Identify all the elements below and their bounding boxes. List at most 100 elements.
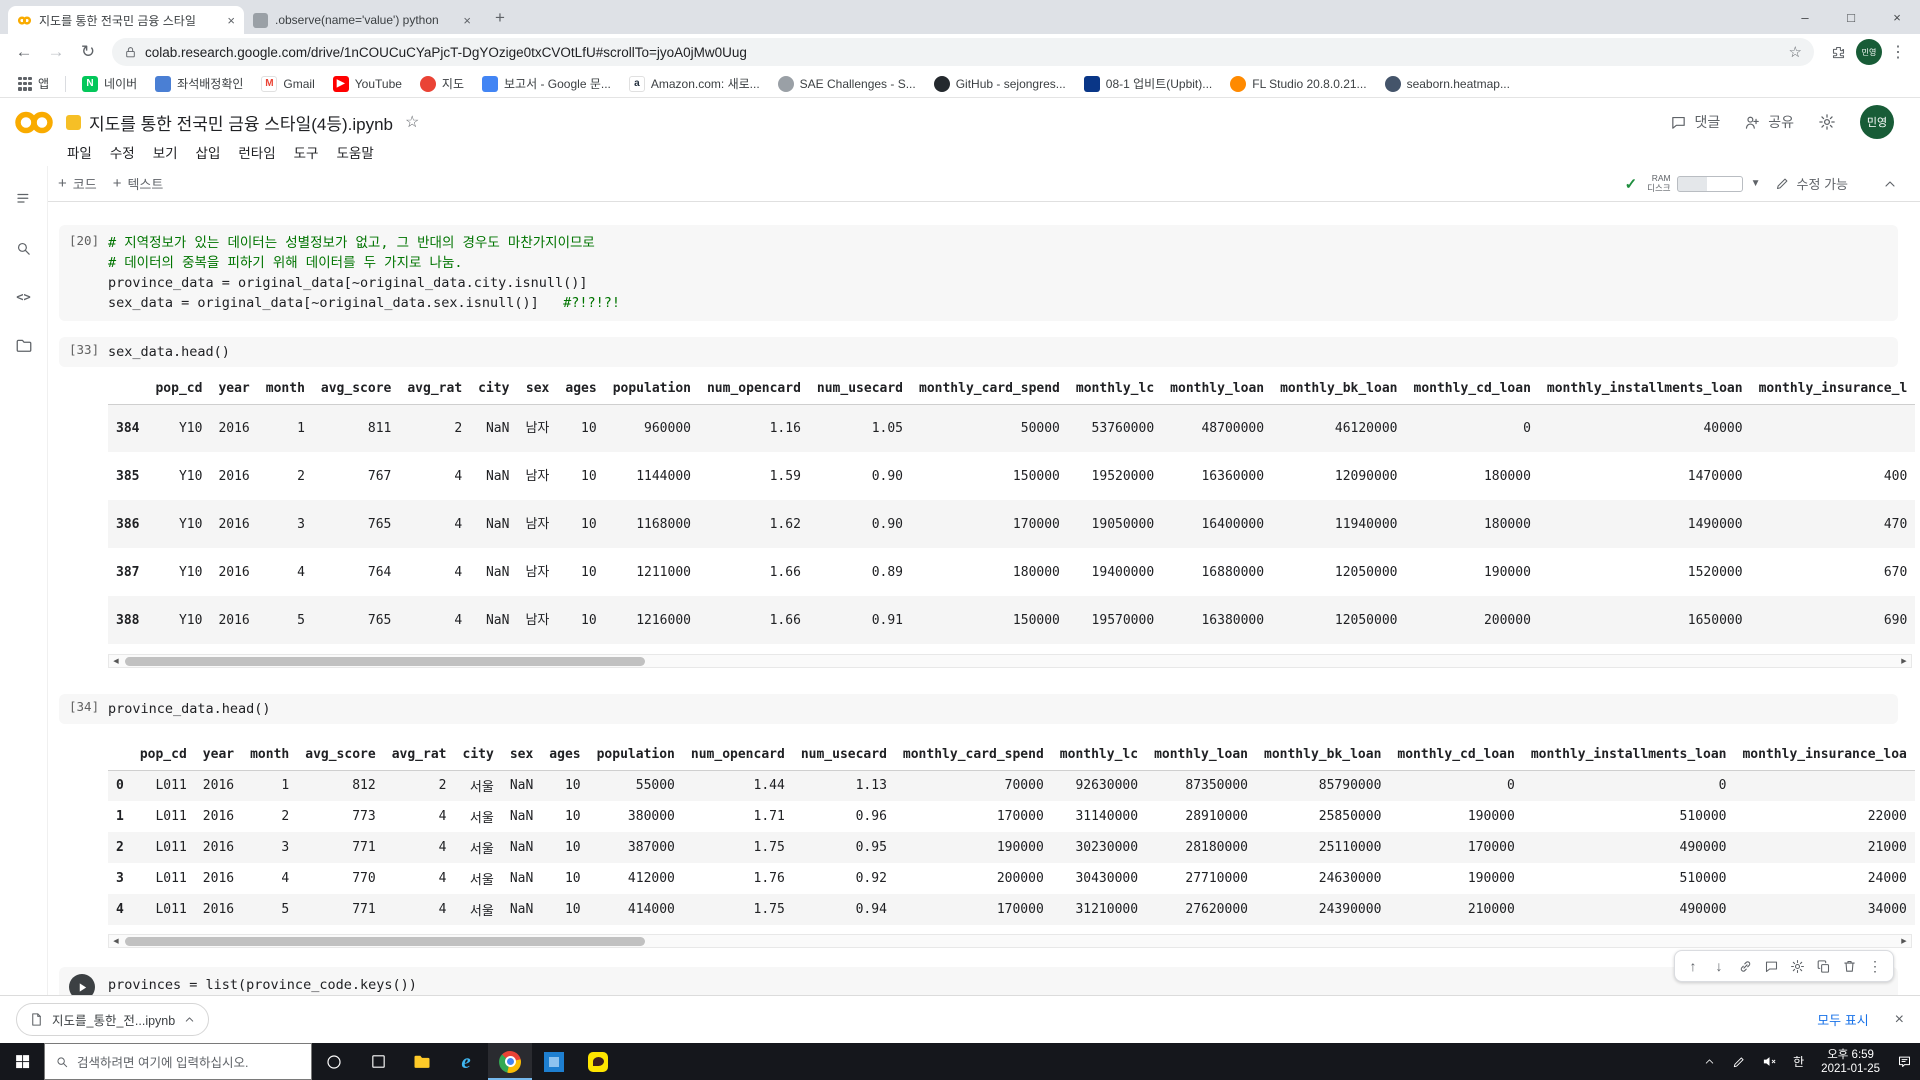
scroll-left-icon[interactable]: ◀: [109, 935, 123, 947]
browser-profile-avatar[interactable]: 민영: [1856, 39, 1882, 65]
bookmark-item[interactable]: 지도: [412, 72, 472, 95]
code-cell-33[interactable]: [33] sex_data.head(): [59, 337, 1898, 367]
menu-item-4[interactable]: 삽입: [187, 138, 230, 166]
scrollbar-thumb[interactable]: [125, 937, 645, 946]
bookmark-item[interactable]: seaborn.heatmap...: [1377, 73, 1518, 95]
bookmark-item[interactable]: a Amazon.com: 새로...: [621, 72, 768, 95]
extensions-icon[interactable]: [1824, 38, 1852, 66]
code-cell-partial[interactable]: provinces = list(province_code.keys()): [59, 967, 1898, 995]
code-cell-20[interactable]: [20] # 지역정보가 있는 데이터는 성별정보가 없고, 그 반대의 경우도 …: [59, 225, 1898, 321]
reload-icon[interactable]: ↻: [74, 38, 102, 66]
bookmark-item[interactable]: 좌석배정확인: [147, 72, 251, 95]
resource-gauge[interactable]: [1676, 175, 1743, 192]
scroll-left-icon[interactable]: ◀: [109, 655, 123, 667]
bookmark-item[interactable]: M Gmail: [253, 73, 322, 95]
chrome-icon[interactable]: [488, 1043, 532, 1080]
scroll-right-icon[interactable]: ▶: [1897, 935, 1911, 947]
add-text-button[interactable]: + 텍스트: [113, 174, 164, 193]
new-tab-button[interactable]: +: [487, 5, 513, 31]
bookmark-item[interactable]: SAE Challenges - S...: [770, 73, 924, 95]
browser-tab[interactable]: .observe(name='value') python ×: [244, 6, 480, 34]
internet-explorer-icon[interactable]: e: [444, 1043, 488, 1080]
forward-icon[interactable]: →: [42, 38, 70, 66]
bookmark-item[interactable]: ▶ YouTube: [325, 73, 410, 95]
menu-item-6[interactable]: 도구: [285, 138, 328, 166]
bookmark-item[interactable]: 앱: [10, 72, 57, 95]
show-all-downloads-button[interactable]: 모두 표시: [1817, 1010, 1868, 1029]
pen-icon[interactable]: [1724, 1043, 1754, 1080]
bookmark-star-icon[interactable]: ☆: [1789, 43, 1802, 61]
chevron-down-icon[interactable]: ▼: [1751, 178, 1761, 189]
speaker-mute-icon[interactable]: [1754, 1043, 1785, 1080]
header-row: pop_cd year month avg_score avg_rat city sex ag…: [108, 739, 1915, 771]
menu-item-3[interactable]: 보기: [144, 138, 187, 166]
download-item[interactable]: 지도를_통한_전...ipynb: [16, 1003, 210, 1036]
code-editor[interactable]: sex_data.head(): [108, 342, 1890, 362]
menu-item-2[interactable]: 수정: [101, 138, 144, 166]
minimize-button[interactable]: –: [1782, 0, 1828, 34]
bookmark-item[interactable]: 보고서 - Google 문...: [474, 72, 619, 95]
url-text[interactable]: colab.research.google.com/drive/1nCOUCuC…: [145, 45, 1781, 60]
horizontal-scrollbar[interactable]: ◀ ▶: [108, 654, 1912, 668]
move-down-icon[interactable]: ↓: [1706, 953, 1732, 979]
ime-indicator[interactable]: 한: [1785, 1043, 1812, 1080]
bookmark-item[interactable]: 08-1 업비트(Upbit)...: [1076, 72, 1220, 95]
search-icon[interactable]: [13, 237, 35, 259]
code-editor[interactable]: # 지역정보가 있는 데이터는 성별정보가 없고, 그 반대의 경우도 마찬가지…: [108, 233, 1890, 313]
code-editor[interactable]: provinces = list(province_code.keys()): [108, 975, 1890, 995]
add-code-button[interactable]: + 코드: [58, 174, 97, 193]
edit-mode-button[interactable]: 수정 가능: [1775, 174, 1848, 193]
tray-chevron-up-icon[interactable]: [1695, 1043, 1724, 1080]
task-view-icon[interactable]: [356, 1043, 400, 1080]
close-shelf-icon[interactable]: ×: [1895, 1011, 1904, 1029]
comment-button[interactable]: 댓글: [1670, 112, 1720, 132]
copy-icon[interactable]: [1810, 953, 1836, 979]
notification-center-icon[interactable]: [1889, 1043, 1920, 1080]
menu-dots-icon[interactable]: ⋮: [1886, 42, 1910, 62]
trash-icon[interactable]: [1836, 953, 1862, 979]
run-cell-button[interactable]: [69, 974, 95, 995]
colab-logo-icon[interactable]: [14, 109, 54, 136]
settings-gear-icon[interactable]: [1818, 113, 1836, 131]
tab-close-icon[interactable]: ×: [463, 13, 471, 28]
kakaotalk-icon[interactable]: [576, 1043, 620, 1080]
close-button[interactable]: ×: [1874, 0, 1920, 34]
table-of-contents-icon[interactable]: [13, 188, 35, 210]
link-icon[interactable]: [1732, 953, 1758, 979]
taskbar-search-input[interactable]: 검색하려면 여기에 입력하십시오.: [44, 1043, 312, 1080]
share-button[interactable]: 공유: [1744, 112, 1794, 132]
cortana-icon[interactable]: [312, 1043, 356, 1080]
bookmark-item[interactable]: N 네이버: [74, 72, 145, 95]
menu-item-1[interactable]: 파일: [58, 138, 101, 166]
colab-profile-avatar[interactable]: 민영: [1860, 105, 1894, 139]
more-vert-icon[interactable]: ⋮: [1862, 953, 1888, 979]
tab-close-icon[interactable]: ×: [227, 13, 235, 28]
chevron-up-icon[interactable]: [183, 1013, 196, 1026]
file-explorer-icon[interactable]: [400, 1043, 444, 1080]
photos-icon[interactable]: [532, 1043, 576, 1080]
taskbar-clock[interactable]: 오후 6:59 2021-01-25: [1812, 1048, 1889, 1076]
horizontal-scrollbar[interactable]: ◀ ▶: [108, 934, 1912, 948]
omnibox[interactable]: colab.research.google.com/drive/1nCOUCuC…: [112, 38, 1814, 66]
code-cell-34[interactable]: [34] province_data.head(): [59, 694, 1898, 724]
cell: 40000: [1703, 420, 1743, 436]
files-folder-icon[interactable]: [13, 335, 35, 357]
code-snippets-icon[interactable]: <>: [13, 286, 35, 308]
notebook-title[interactable]: 지도를 통한 전국민 금융 스타일(4등).ipynb: [89, 110, 393, 135]
move-up-icon[interactable]: ↑: [1680, 953, 1706, 979]
code-editor[interactable]: province_data.head(): [108, 699, 1890, 719]
comment-icon[interactable]: [1758, 953, 1784, 979]
maximize-button[interactable]: □: [1828, 0, 1874, 34]
bookmark-item[interactable]: FL Studio 20.8.0.21...: [1222, 73, 1374, 95]
menu-item-5[interactable]: 런타임: [229, 138, 284, 166]
star-icon[interactable]: ☆: [405, 112, 419, 132]
browser-tab[interactable]: 지도를 통한 전국민 금융 스타일 ×: [8, 6, 244, 34]
gear-icon[interactable]: [1784, 953, 1810, 979]
back-icon[interactable]: ←: [10, 38, 38, 66]
scrollbar-thumb[interactable]: [125, 657, 645, 666]
bookmark-item[interactable]: GitHub - sejongres...: [926, 73, 1074, 95]
scroll-right-icon[interactable]: ▶: [1897, 655, 1911, 667]
collapse-chevron-up-icon[interactable]: [1882, 176, 1898, 192]
menu-item-7[interactable]: 도움말: [327, 138, 382, 166]
windows-start-icon[interactable]: [0, 1043, 44, 1080]
